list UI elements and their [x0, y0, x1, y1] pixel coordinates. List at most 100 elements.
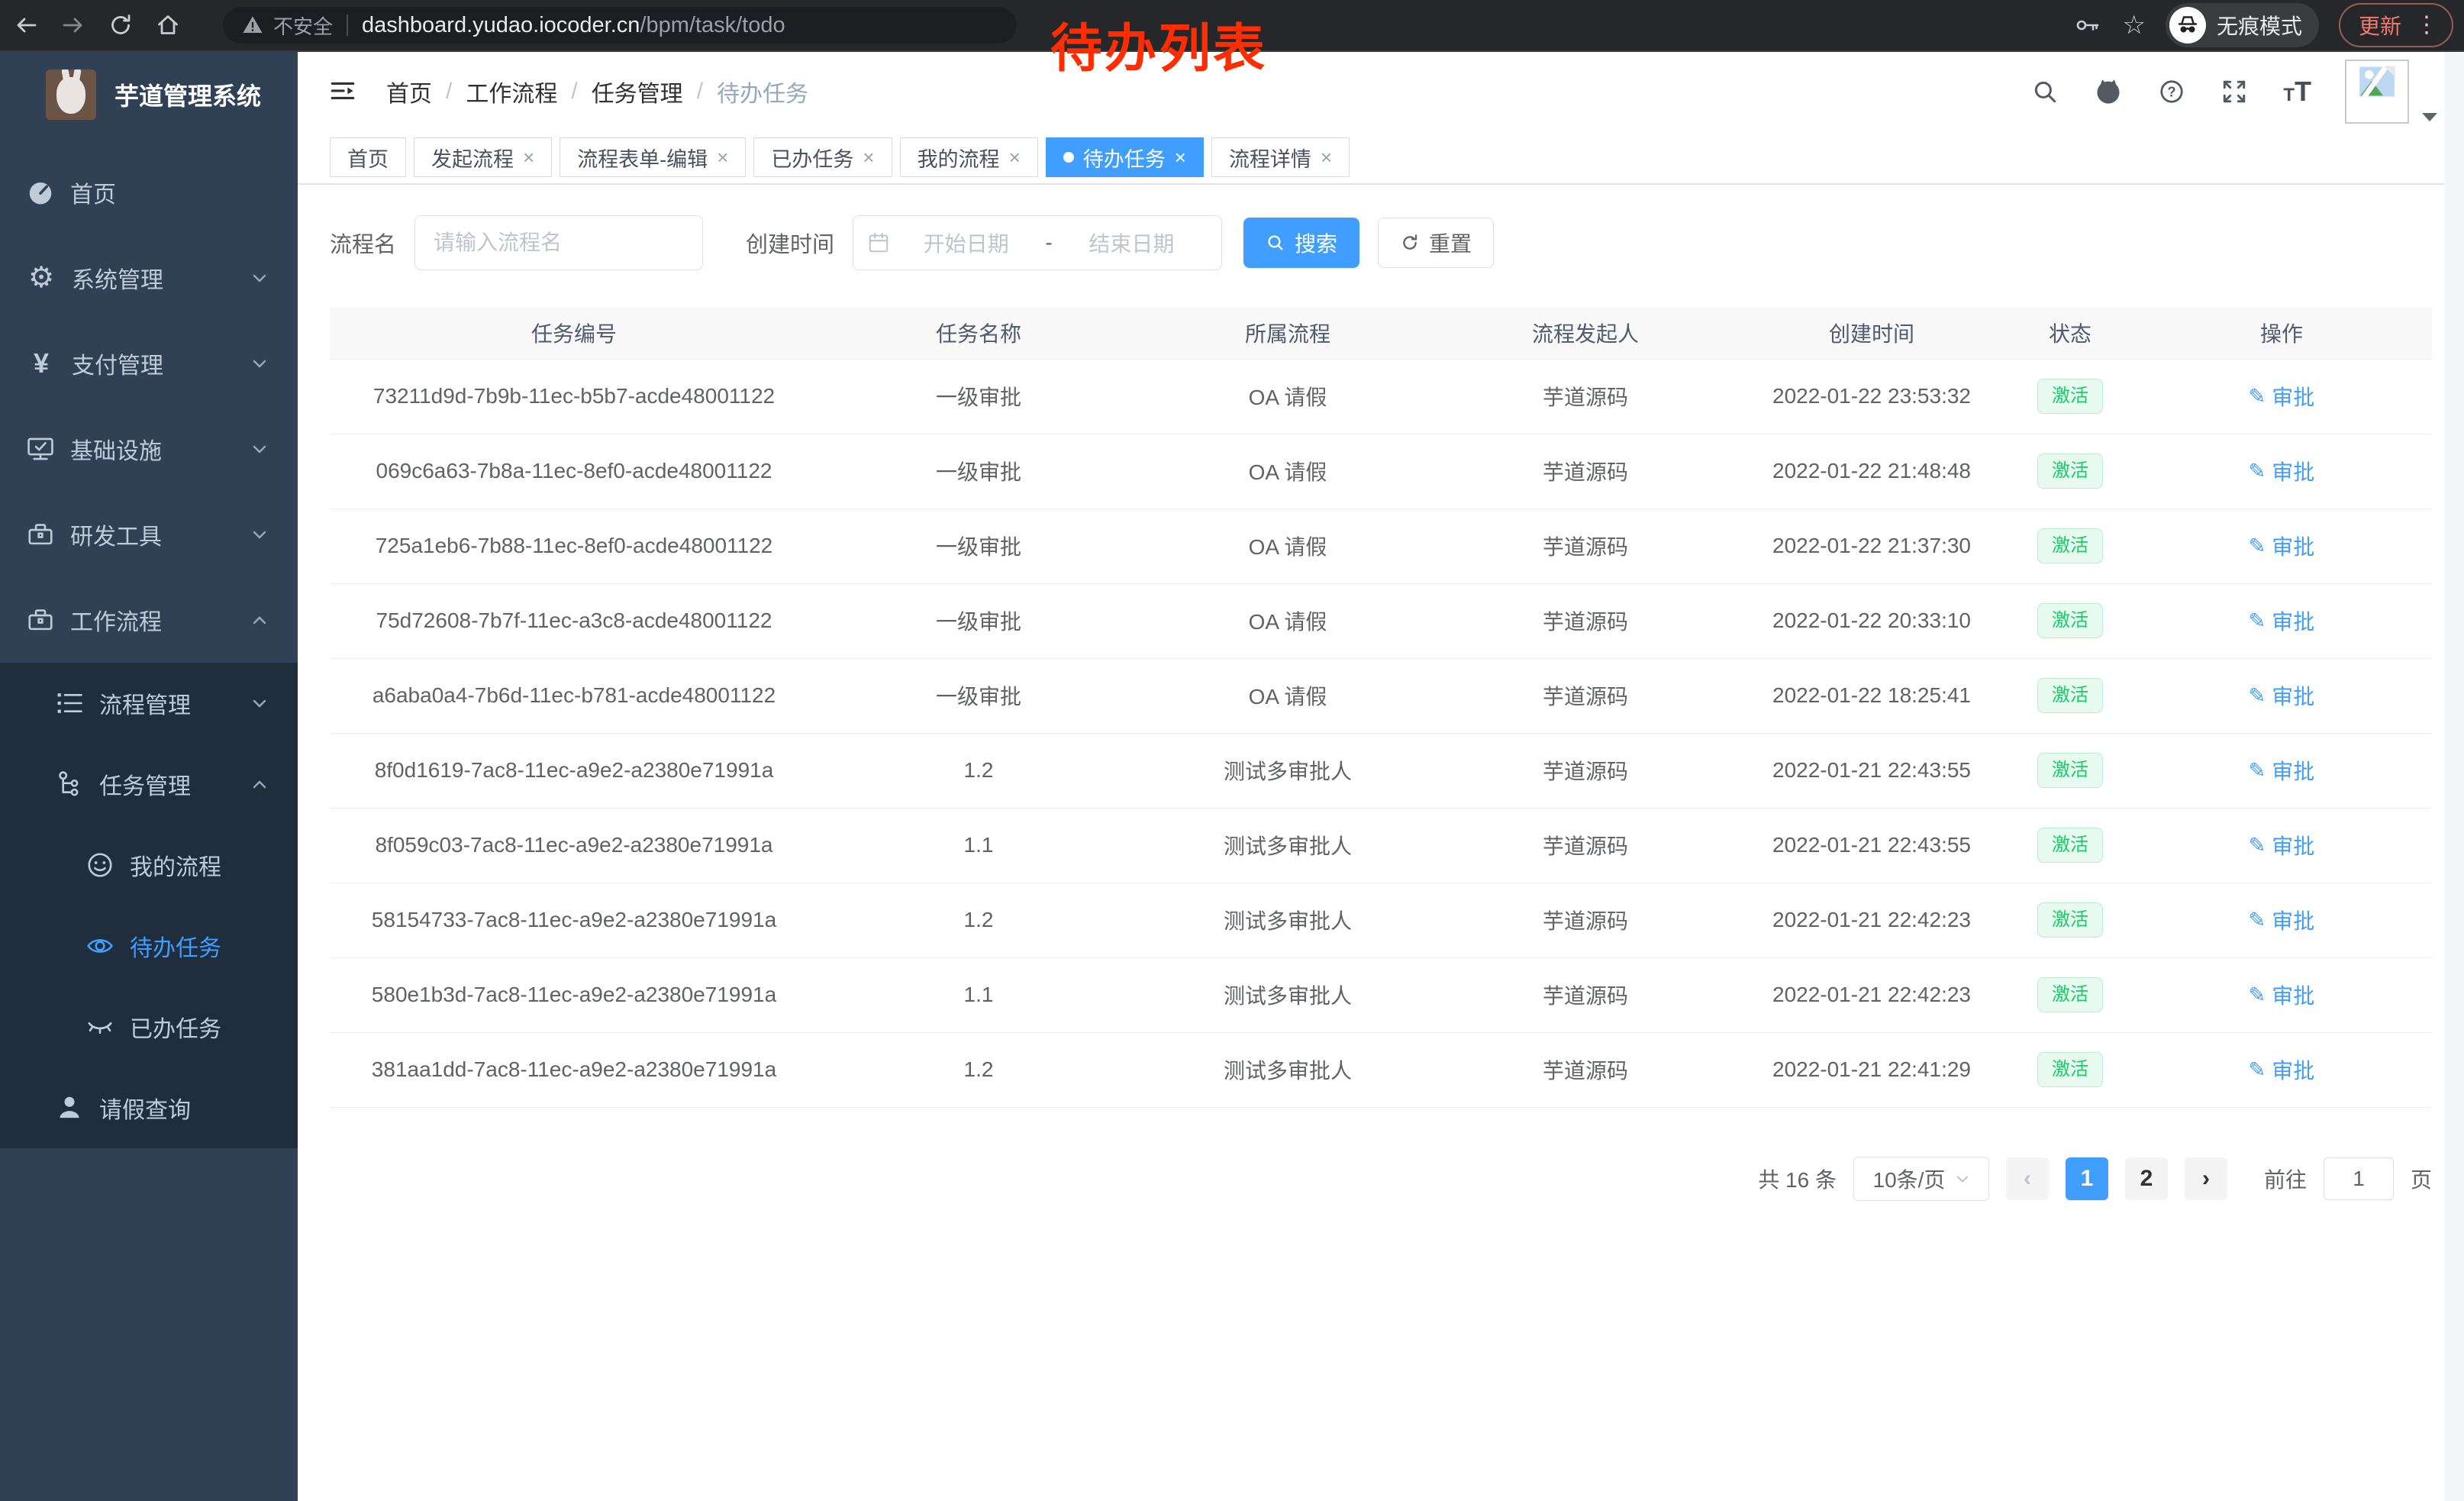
tab-process-detail[interactable]: 流程详情×: [1211, 137, 1350, 177]
approve-link[interactable]: ✎审批: [2249, 605, 2315, 636]
briefcase-icon: [26, 605, 55, 634]
approve-link-label: 审批: [2272, 680, 2314, 711]
sidebar-item-done-tasks[interactable]: 已办任务: [0, 986, 298, 1067]
address-divider: [347, 15, 348, 36]
password-key-icon[interactable]: [2075, 11, 2102, 39]
update-button[interactable]: 更新 ⋮: [2339, 3, 2453, 47]
approve-link[interactable]: ✎审批: [2249, 905, 2315, 935]
cell-actions: ✎审批: [2131, 434, 2432, 508]
workflow-submenu: 流程管理 任务管理 我的流程 待办任务: [0, 663, 298, 1148]
approve-link[interactable]: ✎审批: [2249, 830, 2315, 860]
process-name-input[interactable]: [414, 215, 703, 270]
approve-link[interactable]: ✎审批: [2249, 531, 2315, 561]
close-icon[interactable]: ×: [717, 147, 728, 167]
sidebar-item-workflow[interactable]: 工作流程: [0, 577, 298, 663]
next-page-button[interactable]: ›: [2185, 1157, 2227, 1200]
page-size-select[interactable]: 10条/页: [1853, 1157, 1989, 1201]
cell-status: 激活: [2009, 733, 2131, 808]
sidebar-item-task-mgmt[interactable]: 任务管理: [0, 744, 298, 825]
prev-page-button[interactable]: ‹: [2006, 1157, 2049, 1200]
avatar[interactable]: [2345, 60, 2409, 124]
fullscreen-icon[interactable]: [2221, 78, 2248, 105]
app-logo-row[interactable]: 芋道管理系统: [0, 52, 298, 137]
sidebar-item-payment[interactable]: ¥ 支付管理: [0, 321, 298, 406]
date-range-picker[interactable]: 开始日期 - 结束日期: [853, 215, 1222, 270]
goto-page-input[interactable]: [2324, 1157, 2394, 1200]
approve-link[interactable]: ✎审批: [2249, 456, 2315, 486]
svg-text:?: ?: [2168, 84, 2176, 99]
cell-create-time: 2022-01-21 22:42:23: [1734, 957, 2009, 1032]
sidebar-item-devtools[interactable]: 研发工具: [0, 492, 298, 577]
toolbox-icon: [26, 520, 55, 549]
cell-actions: ✎审批: [2131, 1032, 2432, 1107]
breadcrumb-task-mgmt[interactable]: 任务管理: [592, 75, 683, 108]
close-icon[interactable]: ×: [1321, 147, 1332, 167]
browser-menu-icon[interactable]: ⋮: [2415, 14, 2438, 37]
cell-process: 测试多审批人: [1139, 957, 1437, 1032]
cell-task-name: 1.2: [818, 1032, 1139, 1107]
reset-button[interactable]: 重置: [1378, 218, 1494, 268]
cell-create-time: 2022-01-21 22:43:55: [1734, 733, 2009, 808]
browser-home-icon[interactable]: [154, 11, 182, 39]
close-icon[interactable]: ×: [1009, 147, 1021, 167]
browser-forward-icon[interactable]: [60, 11, 87, 39]
broken-image-icon: [2359, 66, 2395, 98]
approve-link[interactable]: ✎审批: [2249, 680, 2315, 711]
browser-reload-icon[interactable]: [107, 11, 134, 39]
approve-link-label: 审批: [2272, 905, 2314, 935]
sidebar-item-process-mgmt[interactable]: 流程管理: [0, 663, 298, 744]
help-icon[interactable]: ?: [2158, 78, 2185, 105]
tab-my-process[interactable]: 我的流程 ×: [900, 137, 1038, 177]
chevron-down-icon: [252, 357, 267, 370]
search-button[interactable]: 搜索: [1243, 218, 1359, 268]
close-icon[interactable]: ×: [863, 147, 874, 167]
sidebar-item-leave-query[interactable]: 请假查询: [0, 1067, 298, 1148]
sidebar-item-label: 工作流程: [70, 603, 162, 637]
sidebar-item-infra[interactable]: 基础设施: [0, 406, 298, 492]
search-icon[interactable]: [2031, 78, 2059, 105]
sidebar-collapse-icon[interactable]: [328, 77, 357, 106]
status-badge: 激活: [2037, 379, 2103, 415]
approve-link[interactable]: ✎审批: [2249, 381, 2315, 412]
eye-icon: [85, 931, 114, 960]
address-bar[interactable]: 不安全 dashboard.yudao.iocoder.cn/bpm/task/…: [223, 7, 1017, 44]
sidebar-item-todo-tasks[interactable]: 待办任务: [0, 905, 298, 986]
breadcrumb-workflow[interactable]: 工作流程: [466, 75, 557, 108]
list-icon: [55, 689, 84, 718]
calendar-icon: [867, 231, 890, 254]
gear-icon: ⚙: [26, 263, 56, 292]
tab-label: 我的流程: [918, 143, 1000, 173]
page-scrollbar[interactable]: [2444, 52, 2464, 1501]
tab-home[interactable]: 首页: [330, 137, 406, 177]
approve-link-label: 审批: [2272, 381, 2314, 412]
tab-start-process[interactable]: 发起流程×: [414, 137, 552, 177]
tab-form-edit[interactable]: 流程表单-编辑×: [560, 137, 746, 177]
cell-task-name: 1.1: [818, 808, 1139, 883]
sidebar-item-home[interactable]: 首页: [0, 150, 298, 235]
sidebar-item-my-process[interactable]: 我的流程: [0, 825, 298, 905]
github-icon[interactable]: [2094, 77, 2123, 106]
page-button-2[interactable]: 2: [2125, 1157, 2168, 1200]
close-icon[interactable]: ×: [523, 147, 534, 167]
cell-status: 激活: [2009, 957, 2131, 1032]
close-icon[interactable]: ×: [1175, 147, 1186, 167]
avatar-caret-icon[interactable]: [2420, 110, 2440, 124]
tab-todo-tasks[interactable]: 待办任务×: [1046, 137, 1204, 177]
breadcrumb-home[interactable]: 首页: [386, 75, 432, 108]
tab-done-tasks[interactable]: 已办任务×: [753, 137, 892, 177]
bookmark-star-icon[interactable]: ☆: [2122, 12, 2145, 38]
col-process: 所属流程: [1139, 307, 1437, 359]
col-status: 状态: [2009, 307, 2131, 359]
cell-starter: 芋道源码: [1437, 1032, 1734, 1107]
cell-actions: ✎审批: [2131, 508, 2432, 583]
page-button-1[interactable]: 1: [2066, 1157, 2108, 1200]
approve-link[interactable]: ✎审批: [2249, 755, 2315, 786]
font-size-icon[interactable]: TT: [2283, 76, 2311, 108]
chevron-up-icon: [252, 778, 267, 790]
browser-back-icon[interactable]: [12, 11, 40, 39]
search-button-label: 搜索: [1295, 228, 1337, 258]
approve-link[interactable]: ✎审批: [2249, 980, 2315, 1010]
approve-link[interactable]: ✎审批: [2249, 1054, 2315, 1085]
tree-icon: [55, 770, 84, 799]
sidebar-item-system[interactable]: ⚙ 系统管理: [0, 235, 298, 321]
